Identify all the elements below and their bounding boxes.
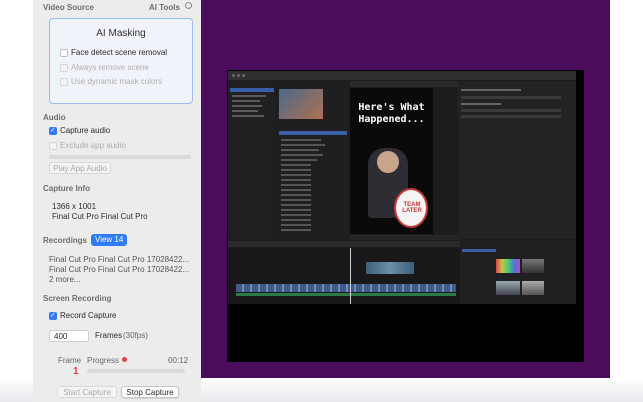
selected-library-row <box>230 88 274 92</box>
effect-thumbnail <box>522 281 544 295</box>
progress-bar <box>87 369 185 373</box>
frame-count: 1 <box>73 366 79 377</box>
recording-indicator-dot <box>122 357 127 362</box>
progress-time: 00:12 <box>168 356 189 365</box>
face-detect-checkbox[interactable] <box>60 49 68 57</box>
ai-tools-radio[interactable] <box>185 2 192 9</box>
browser-row <box>281 139 321 141</box>
face-detect-label: Face detect scene removal <box>71 48 168 57</box>
inspector-row <box>461 115 561 118</box>
library-row <box>232 105 262 107</box>
capture-audio-checkbox[interactable] <box>49 126 57 135</box>
library-row <box>232 100 260 102</box>
browser-row <box>281 179 311 181</box>
browser-row <box>281 144 325 146</box>
browser-row <box>281 224 311 226</box>
inspector-row <box>461 103 501 105</box>
effect-thumbnail <box>496 281 520 295</box>
dynamic-mask-label: Use dynamic mask colors <box>71 77 163 86</box>
timeline-playhead <box>350 248 351 304</box>
browser-row <box>281 189 311 191</box>
audio-section-title: Audio <box>43 113 66 122</box>
effects-category-selected <box>462 249 496 252</box>
video-headline: Here's What Happened... <box>350 102 433 126</box>
control-panel: Video Source AI Tools AI Masking Face de… <box>33 0 201 402</box>
start-capture-button[interactable]: Start Capture <box>57 386 117 398</box>
capture-audio-label: Capture audio <box>60 126 111 135</box>
frame-column-label: Frame <box>58 356 82 365</box>
window-zoom-icon <box>242 74 245 77</box>
timeline-audio-track <box>236 293 456 296</box>
captured-app-window: Here's What Happened... TEAM LATER <box>228 71 576 304</box>
ai-masking-box: AI Masking Face detect scene removal Alw… <box>49 18 193 104</box>
browser-row <box>281 154 323 156</box>
timeline-toolbar <box>228 241 460 247</box>
recording-item-1[interactable]: Final Cut Pro Final Cut Pro 17028422... <box>49 255 189 264</box>
browser-row <box>281 174 311 176</box>
recording-item-2[interactable]: Final Cut Pro Final Cut Pro 17028422... <box>49 265 189 274</box>
browser-row <box>281 219 311 221</box>
window-minimize-icon <box>237 74 240 77</box>
progress-label: Progress <box>87 356 120 365</box>
recordings-title: Recordings <box>43 236 88 245</box>
browser-row <box>281 204 311 206</box>
view-recordings-button[interactable]: View 14 <box>91 234 128 246</box>
browser-row <box>281 229 311 231</box>
capture-app-name: Final Cut Pro Final Cut Pro <box>52 212 148 221</box>
viewer-controls <box>350 235 460 240</box>
capture-resolution: 1366 x 1001 <box>52 202 97 211</box>
library-row <box>232 110 258 112</box>
browser-row <box>281 149 319 151</box>
browser-row <box>281 199 311 201</box>
browser-thumbnail <box>279 89 323 119</box>
frames-label: Frames <box>95 331 123 340</box>
ai-tools-label: AI Tools <box>149 3 180 12</box>
dynamic-mask-checkbox[interactable] <box>60 78 68 86</box>
screen-recording-title: Screen Recording <box>43 294 112 303</box>
browser-row <box>281 159 317 161</box>
library-row <box>232 95 266 97</box>
exclude-app-audio-label: Exclude app audio <box>60 141 126 150</box>
video-source-label: Video Source <box>43 3 94 12</box>
timeline-connected-clip <box>366 262 414 274</box>
inspector-row <box>461 89 521 91</box>
play-app-audio-button[interactable]: Play App Audio <box>49 162 111 174</box>
browser-row <box>281 164 311 166</box>
capture-info-title: Capture Info <box>43 184 91 193</box>
inspector-row <box>461 109 561 112</box>
viewer-video-frame: Here's What Happened... TEAM LATER <box>350 88 433 234</box>
recordings-more-link[interactable]: 2 more... <box>49 275 81 284</box>
stop-capture-button[interactable]: Stop Capture <box>121 386 179 398</box>
sign-text-line-2: LATER <box>402 208 422 214</box>
ai-masking-title: AI Masking <box>96 28 146 39</box>
video-headline-line-1: Here's What <box>358 102 425 113</box>
browser-selected-row <box>279 131 347 135</box>
effect-thumbnail <box>522 259 544 273</box>
video-headline-line-2: Happened... <box>358 114 425 125</box>
app-toolbar <box>228 71 576 80</box>
browser-row <box>281 169 311 171</box>
fps-label: (30fps) <box>123 331 148 340</box>
browser-row <box>281 209 311 211</box>
record-capture-checkbox[interactable] <box>49 311 57 320</box>
timeline-primary-storyline <box>236 284 456 292</box>
audio-level-track <box>49 155 191 159</box>
browser-row <box>281 194 311 196</box>
exclude-app-audio-checkbox[interactable] <box>49 142 57 150</box>
always-remove-label: Always remove scene <box>71 63 149 72</box>
capture-preview: Here's What Happened... TEAM LATER <box>227 70 584 362</box>
browser-row <box>281 184 311 186</box>
window-close-icon <box>232 74 235 77</box>
browser-row <box>281 214 311 216</box>
frames-input[interactable]: 400 <box>49 330 89 342</box>
inspector-row <box>461 96 561 99</box>
effect-thumbnail-color <box>496 259 520 273</box>
library-row <box>232 115 264 117</box>
record-capture-label: Record Capture <box>60 311 117 320</box>
viewer-header <box>350 81 460 87</box>
always-remove-checkbox[interactable] <box>60 64 68 72</box>
